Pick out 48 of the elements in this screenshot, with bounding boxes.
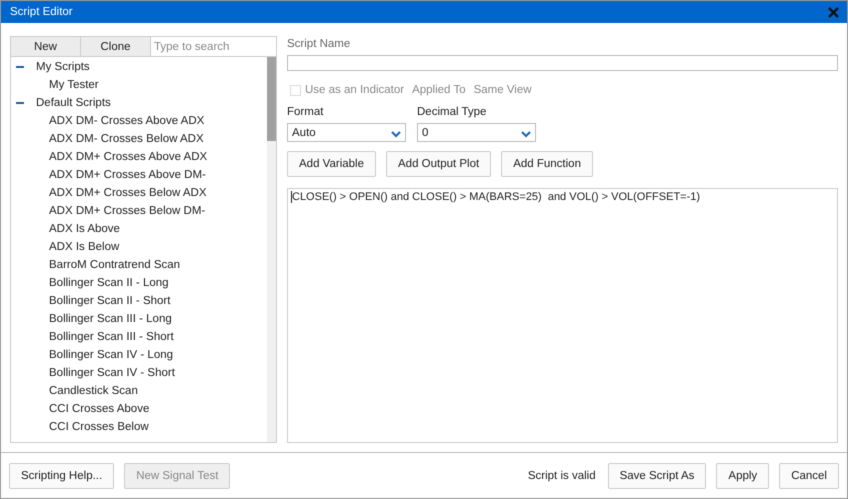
apply-button[interactable]: Apply <box>716 462 770 488</box>
tree-item[interactable]: Bollinger Scan II - Long <box>49 277 169 289</box>
tree-group[interactable]: My Scripts <box>36 61 90 73</box>
tree-item[interactable]: Candlestick Scan <box>49 385 138 397</box>
chevron-down-icon <box>391 129 401 136</box>
field-label: Decimal Type <box>417 106 488 118</box>
decimal-type-dropdown[interactable]: 0 <box>417 123 536 142</box>
tree-item[interactable]: My Tester <box>49 79 99 91</box>
field-label: Format <box>287 106 324 118</box>
help-button[interactable]: Scripting Help... <box>9 462 114 488</box>
status-text: Script is valid <box>528 470 596 482</box>
cancel-button[interactable]: Cancel <box>779 462 839 488</box>
test-button: New Signal Test <box>124 462 230 488</box>
tree-item[interactable]: ADX DM+ Crosses Above DM- <box>49 169 206 181</box>
tree-item[interactable]: ADX DM- Crosses Below ADX <box>49 133 204 145</box>
toolbar-button[interactable]: Add Output Plot <box>386 151 492 177</box>
field-label: Applied To <box>412 84 466 96</box>
window-title: Script Editor <box>10 6 73 18</box>
tree-item[interactable]: ADX Is Below <box>49 241 120 253</box>
close-icon[interactable] <box>828 6 839 18</box>
scrollbar-thumb[interactable] <box>267 57 276 141</box>
clone-button[interactable]: Clone <box>81 37 151 57</box>
chevron-down-icon <box>521 129 531 136</box>
tree-item[interactable]: Bollinger Scan IV - Long <box>49 349 174 361</box>
toolbar-button[interactable]: Add Variable <box>287 151 376 177</box>
field-label: Script Name <box>287 38 352 50</box>
tree-item[interactable]: Bollinger Scan II - Short <box>49 295 170 307</box>
format-dropdown[interactable]: Auto <box>287 123 406 142</box>
tree-item[interactable]: Bollinger Scan IV - Short <box>49 367 175 379</box>
tree-item[interactable]: CCI Crosses Below <box>49 421 149 433</box>
tree-item[interactable]: ADX DM- Crosses Above ADX <box>49 115 204 127</box>
new-button[interactable]: New <box>11 37 81 57</box>
tree-item[interactable]: ADX DM+ Crosses Below DM- <box>49 205 206 217</box>
field-value: Same View <box>474 84 532 96</box>
tree-item[interactable]: CCI Crosses Above <box>49 403 150 415</box>
tree-item[interactable]: Bollinger Scan III - Short <box>49 331 174 343</box>
code-editor[interactable]: CLOSE() > OPEN() and CLOSE() > MA(BARS=25) and VOL() > VOL(OFFSET=-1) <box>287 188 838 443</box>
toolbar-button[interactable]: Add Function <box>501 151 593 177</box>
tree-item[interactable]: ADX DM+ Crosses Below ADX <box>49 187 207 199</box>
tree-group[interactable]: Default Scripts <box>36 97 111 109</box>
scrollbar[interactable] <box>267 57 276 442</box>
tree-item[interactable]: Bollinger Scan III - Long <box>49 313 172 325</box>
tree-item[interactable]: BarroM Contratrend Scan <box>49 259 180 271</box>
tree-item[interactable]: ADX Is Above <box>49 223 120 235</box>
save-as-button[interactable]: Save Script As <box>608 462 706 488</box>
tree-item[interactable]: ADX DM+ Crosses Above ADX <box>49 151 208 163</box>
checkbox-label: Use as an Indicator <box>305 84 404 96</box>
script-name-field[interactable] <box>287 55 838 71</box>
